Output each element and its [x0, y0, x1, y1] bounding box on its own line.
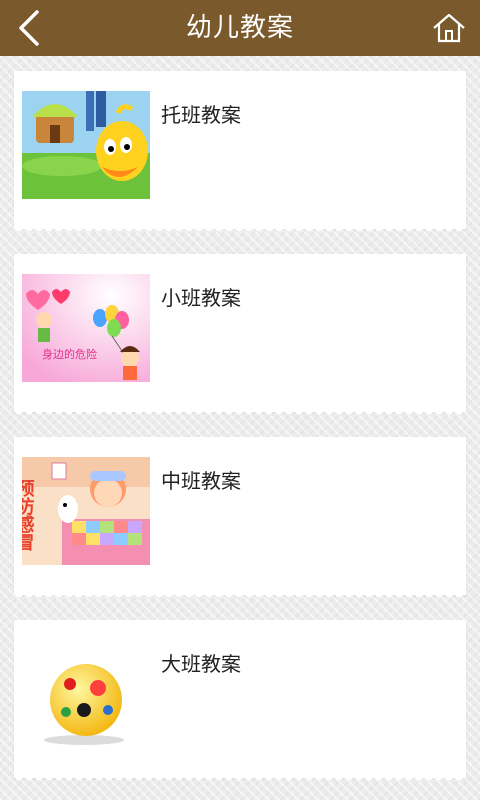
thumbnail-caption: 预防感冒: [22, 479, 35, 552]
page-title: 幼儿教案: [185, 13, 294, 43]
lesson-thumbnail: [22, 640, 150, 748]
lesson-label: 中班教案: [161, 469, 241, 493]
lesson-card-daban[interactable]: 大班教案: [14, 620, 466, 786]
lesson-label: 小班教案: [161, 286, 241, 310]
lesson-thumbnail: 预防感冒: [22, 457, 150, 565]
thumbnail-caption: 身边的危险: [42, 347, 97, 361]
home-button[interactable]: [426, 6, 472, 50]
lesson-label: 大班教案: [161, 652, 241, 676]
top-bar: 幼儿教案: [0, 0, 480, 56]
sick-child-cartoon-icon: 预防感冒: [22, 457, 150, 565]
lesson-card-xiaoban[interactable]: 身边的危险 小班教案: [14, 254, 466, 420]
lesson-label: 托班教案: [161, 103, 241, 127]
lesson-thumbnail: [22, 91, 150, 199]
home-icon: [433, 13, 465, 43]
balloons-children-cartoon-icon: 身边的危险: [22, 274, 150, 382]
lesson-card-zhongban[interactable]: 预防感冒 中班教案: [14, 437, 466, 603]
ball-cartoon-icon: [22, 640, 150, 748]
lesson-card-tuoban[interactable]: 托班教案: [14, 71, 466, 237]
lesson-thumbnail: 身边的危险: [22, 274, 150, 382]
duck-cartoon-icon: [22, 91, 150, 199]
